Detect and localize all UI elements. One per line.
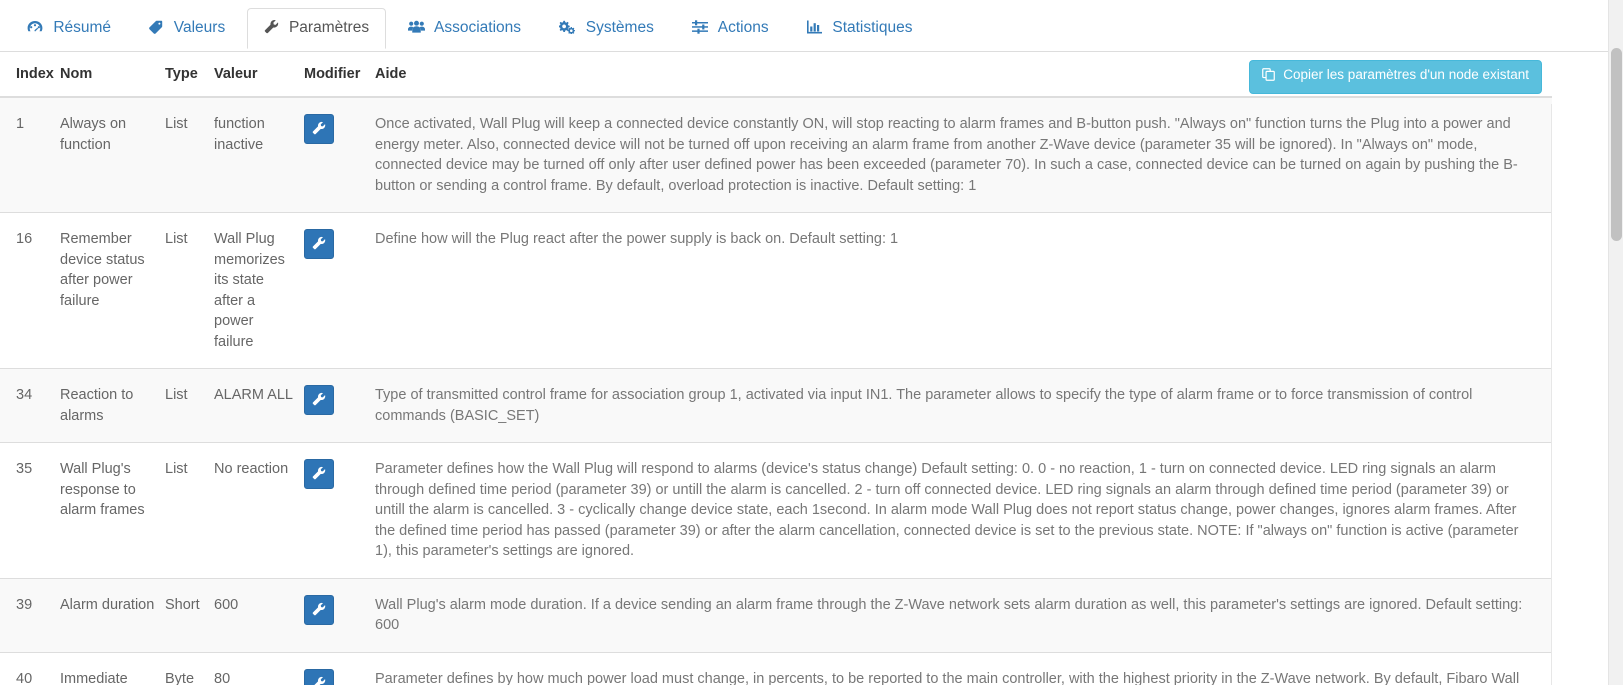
cell-valeur: function inactive xyxy=(214,97,304,213)
cell-modifier xyxy=(304,651,375,685)
cell-nom: Alarm duration xyxy=(60,577,165,652)
table-row: 39 Alarm duration Short 600 Wall Plug's alar… xyxy=(0,577,1552,652)
cell-valeur: Wall Plug memorizes its state after a po… xyxy=(214,212,304,369)
tab-label: Résumé xyxy=(53,19,112,36)
cell-type: List xyxy=(165,97,214,213)
cell-modifier xyxy=(304,442,375,578)
tab-label: Valeurs xyxy=(173,19,226,36)
table-row: 16 Remember device status after power fai… xyxy=(0,212,1552,369)
cell-index: 39 xyxy=(0,577,60,652)
cell-aide: Wall Plug's alarm mode duration. If a de… xyxy=(375,577,1552,652)
edit-parameter-button[interactable] xyxy=(304,668,334,685)
gears-icon xyxy=(559,20,576,34)
sliders-icon xyxy=(692,20,709,34)
column-header-aide-label: Aide xyxy=(375,66,407,82)
edit-parameter-button[interactable] xyxy=(304,594,334,625)
tab-resume[interactable]: Résumé xyxy=(10,8,128,49)
column-header-nom: Nom xyxy=(60,52,165,98)
cell-valeur: No reaction xyxy=(214,442,304,578)
table-row: 40Immediate power reportByte80 Parameter … xyxy=(0,651,1552,685)
cell-type: Byte xyxy=(165,651,214,685)
edit-parameter-button[interactable] xyxy=(304,114,334,144)
cell-modifier xyxy=(304,212,375,369)
wrench-icon xyxy=(312,236,326,252)
tab-label: Associations xyxy=(434,19,522,36)
table-row: 1 Always on function List function inactive… xyxy=(0,97,1552,213)
tab-valeurs[interactable]: Valeurs xyxy=(132,8,242,49)
cell-type: List xyxy=(165,368,214,443)
tab-label: Paramètres xyxy=(288,19,370,36)
tab-label: Actions xyxy=(717,19,769,36)
table-header-row: Index Nom Type Valeur Modifier Aide Copi… xyxy=(0,52,1552,98)
cell-type: List xyxy=(165,212,214,369)
cell-valeur: 600 xyxy=(214,577,304,652)
cell-nom: Remember device status after power failu… xyxy=(60,212,165,369)
cell-nom: Immediate power report xyxy=(60,651,165,685)
cell-index: 40 xyxy=(0,651,60,685)
cell-valeur: ALARM ALL xyxy=(214,368,304,443)
column-header-modifier: Modifier xyxy=(304,52,375,98)
parameters-table-container: Index Nom Type Valeur Modifier Aide Copi… xyxy=(0,52,1623,685)
wrench-icon xyxy=(312,676,326,685)
parameters-page: Résumé Valeurs Paramètres Associations S… xyxy=(0,0,1623,685)
edit-parameter-button[interactable] xyxy=(304,229,334,259)
cell-modifier xyxy=(304,97,375,213)
bar-chart-icon xyxy=(807,20,823,34)
cell-index: 35 xyxy=(0,442,60,578)
tab-statistiques[interactable]: Statistiques xyxy=(790,8,929,49)
wrench-icon xyxy=(264,19,279,34)
wrench-icon xyxy=(312,466,326,482)
tab-parametres[interactable]: Paramètres xyxy=(246,8,387,50)
cell-index: 1 xyxy=(0,97,60,213)
table-header: Index Nom Type Valeur Modifier Aide Copi… xyxy=(0,52,1552,98)
copy-icon xyxy=(1261,68,1275,85)
cell-aide: Define how will the Plug react after the… xyxy=(375,212,1552,369)
table-toolbar: Copier les paramètres d'un node existant xyxy=(1248,60,1542,94)
scrollbar-thumb[interactable] xyxy=(1611,48,1622,241)
tab-label: Systèmes xyxy=(585,19,654,36)
column-header-index: Index xyxy=(0,52,60,98)
cell-nom: Wall Plug's response to alarm frames xyxy=(60,442,165,578)
tab-bar: Résumé Valeurs Paramètres Associations S… xyxy=(0,0,1623,52)
tab-systemes[interactable]: Systèmes xyxy=(542,8,670,49)
wrench-icon xyxy=(312,392,326,408)
edit-parameter-button[interactable] xyxy=(304,459,334,489)
cell-modifier xyxy=(304,577,375,652)
tab-actions[interactable]: Actions xyxy=(675,8,785,49)
dashboard-icon xyxy=(27,20,43,34)
cell-index: 34 xyxy=(0,368,60,443)
cell-valeur: 80 xyxy=(214,651,304,685)
vertical-scrollbar[interactable] xyxy=(1608,0,1623,685)
copy-parameters-label: Copier les paramètres d'un node existant xyxy=(1283,67,1529,82)
edit-parameter-button[interactable] xyxy=(304,385,334,415)
cell-type: Short xyxy=(165,577,214,652)
table-row: 34 Reaction to alarms List ALARM ALL Type of… xyxy=(0,368,1552,443)
column-header-valeur: Valeur xyxy=(214,52,304,98)
cell-aide: Parameter defines how the Wall Plug will… xyxy=(375,442,1552,578)
cell-aide: Parameter defines by how much power load… xyxy=(375,651,1552,685)
tab-associations[interactable]: Associations xyxy=(391,8,538,49)
column-header-type: Type xyxy=(165,52,214,98)
wrench-icon xyxy=(312,121,326,137)
cell-nom: Reaction to alarms xyxy=(60,368,165,443)
cell-type: List xyxy=(165,442,214,578)
cell-modifier xyxy=(304,368,375,443)
tag-icon xyxy=(149,20,163,34)
tab-label: Statistiques xyxy=(832,19,913,36)
cell-index: 16 xyxy=(0,212,60,369)
users-icon xyxy=(407,20,425,34)
cell-aide: Once activated, Wall Plug will keep a co… xyxy=(375,97,1552,213)
column-header-aide: Aide Copier les paramètres d'un node exi… xyxy=(375,52,1552,98)
cell-aide: Type of transmitted control frame for as… xyxy=(375,368,1552,443)
parameters-table: Index Nom Type Valeur Modifier Aide Copi… xyxy=(0,52,1552,685)
wrench-icon xyxy=(312,602,326,618)
cell-nom: Always on function xyxy=(60,97,165,213)
table-row: 35 Wall Plug's response to alarm frames Li… xyxy=(0,442,1552,578)
copy-parameters-button[interactable]: Copier les paramètres d'un node existant xyxy=(1248,60,1542,94)
table-body: 1 Always on function List function inactive… xyxy=(0,97,1552,685)
